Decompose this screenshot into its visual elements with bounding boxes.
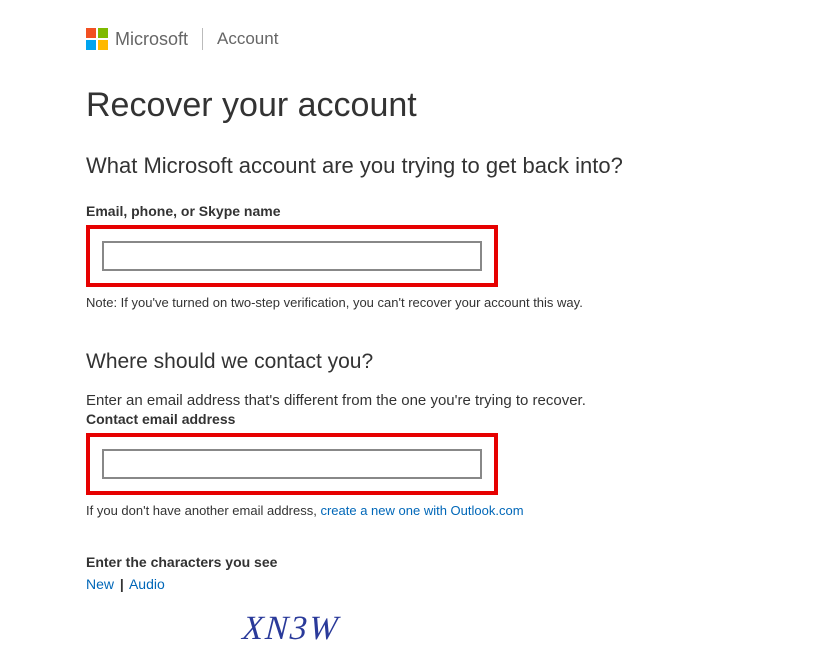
- identifier-input-highlight: [86, 225, 498, 287]
- captcha-links: New | Audio: [86, 576, 834, 592]
- captcha-audio-link[interactable]: Audio: [129, 576, 165, 592]
- twostep-note: Note: If you've turned on two-step verif…: [86, 295, 834, 310]
- page-title: Recover your account: [86, 86, 834, 125]
- captcha-image: XN3W: [205, 610, 378, 648]
- captcha-label: Enter the characters you see: [86, 554, 834, 570]
- microsoft-logo-icon: [86, 28, 108, 50]
- contact-instruction: Enter an email address that's different …: [86, 392, 834, 409]
- identifier-input[interactable]: [102, 241, 482, 271]
- captcha-separator: |: [120, 576, 124, 592]
- create-outlook-link[interactable]: create a new one with Outlook.com: [320, 503, 523, 518]
- contact-question-heading: Where should we contact you?: [86, 350, 834, 374]
- no-email-hint: If you don't have another email address,…: [86, 503, 834, 518]
- header: Microsoft Account: [86, 28, 834, 50]
- account-question-heading: What Microsoft account are you trying to…: [86, 153, 834, 179]
- header-divider: [202, 28, 203, 50]
- captcha-new-link[interactable]: New: [86, 576, 114, 592]
- header-section: Account: [217, 29, 278, 49]
- contact-email-input[interactable]: [102, 449, 482, 479]
- identifier-label: Email, phone, or Skype name: [86, 203, 834, 219]
- no-email-prefix: If you don't have another email address,: [86, 503, 320, 518]
- contact-input-highlight: [86, 433, 498, 495]
- brand-name: Microsoft: [115, 29, 188, 50]
- contact-label: Contact email address: [86, 411, 834, 427]
